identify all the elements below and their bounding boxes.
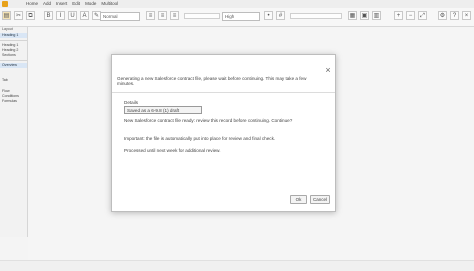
clipboard-group: ▤ ✂ ⧉ [2,11,35,20]
bold-icon[interactable]: B [44,11,53,20]
menu-home[interactable]: Home [26,0,38,8]
menu-list: Home Add Insert Edit Mode Multitool [26,0,118,8]
close-app-icon[interactable]: × [462,11,471,20]
paste-icon[interactable]: ▤ [2,11,11,20]
dialog-message: Generating a new Salesforce contract fil… [117,76,307,86]
copy-icon[interactable]: ⧉ [26,11,35,20]
underline-icon[interactable]: U [68,11,77,20]
sidebar-divider [0,40,27,41]
sidebar: Layout Heading 1 Heading 1 Heading 2 Sec… [0,27,28,237]
menu-mode[interactable]: Mode [85,0,96,8]
sidebar-item-selected[interactable]: Heading 1 [0,33,27,38]
sidebar-divider [0,60,27,61]
fullscreen-icon[interactable]: ⤢ [418,11,427,20]
menu-insert[interactable]: Insert [56,0,67,8]
menu-bar: Home Add Insert Edit Mode Multitool [0,0,474,8]
help-icon[interactable]: ? [450,11,459,20]
details-field[interactable]: Saved as a 6-9.8 (1) draft [124,106,202,114]
table-icon[interactable]: ▦ [348,11,357,20]
align-right-icon[interactable]: ≡ [170,11,179,20]
style-box[interactable] [184,13,220,19]
align-center-icon[interactable]: ≡ [158,11,167,20]
ok-button[interactable]: Ok [290,195,307,204]
italic-icon[interactable]: I [56,11,65,20]
details-label: Details [124,100,139,105]
window-group: ⚙ ? × [438,11,471,20]
format-group: B I U A ✎ [44,11,101,20]
toolbar: ▤ ✂ ⧉ B I U A ✎ Normal ≡ ≡ ≡ High • # ▦ … [0,8,474,27]
numbering-icon[interactable]: # [276,11,285,20]
cancel-button[interactable]: Cancel [310,195,330,204]
align-left-icon[interactable]: ≡ [146,11,155,20]
menu-add[interactable]: Add [43,0,51,8]
dialog-paragraph-1: New Salesforce contract file ready: revi… [124,118,293,123]
close-icon[interactable]: × [323,65,333,75]
bullets-icon[interactable]: • [264,11,273,20]
list-group: • # [264,11,285,20]
app-icon[interactable] [2,1,8,7]
chart-icon[interactable]: ▥ [372,11,381,20]
sidebar-lower-item[interactable]: Formulas [0,99,27,104]
confirm-dialog: Generating a new Salesforce contract fil… [111,54,336,212]
menu-multitool[interactable]: Multitool [101,0,118,8]
settings-icon[interactable]: ⚙ [438,11,447,20]
size-select[interactable]: High [222,12,260,21]
color-icon[interactable]: A [80,11,89,20]
dialog-divider [112,92,335,93]
zoom-out-icon[interactable]: − [406,11,415,20]
dialog-paragraph-3: Processed until next week for additional… [124,148,221,153]
cut-icon[interactable]: ✂ [14,11,23,20]
menu-edit[interactable]: Edit [72,0,80,8]
styles-gallery[interactable] [290,13,342,19]
image-icon[interactable]: ▣ [360,11,369,20]
align-group: ≡ ≡ ≡ [146,11,179,20]
right-group: ▦ ▣ ▥ [348,11,381,20]
font-select[interactable]: Normal [100,12,140,21]
status-bar [0,260,474,271]
sidebar-item[interactable]: Sections [0,53,27,58]
dialog-paragraph-2: Important: the file is automatically put… [124,136,276,141]
view-group: + − ⤢ [394,11,427,20]
zoom-in-icon[interactable]: + [394,11,403,20]
